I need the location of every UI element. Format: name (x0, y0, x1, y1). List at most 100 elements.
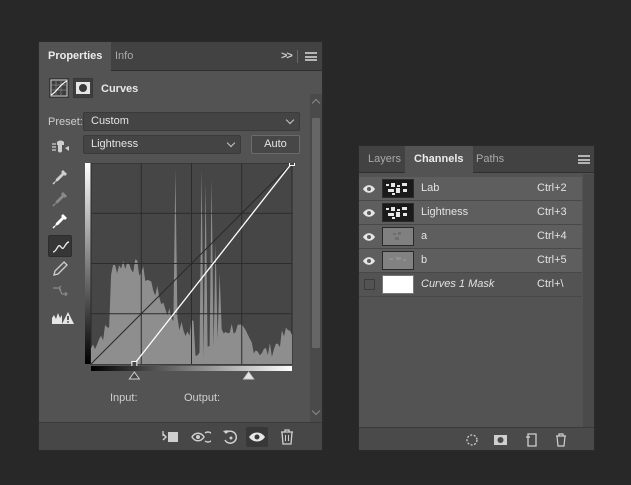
channel-name: a (421, 230, 428, 242)
curve-point-white[interactable] (289, 163, 295, 166)
channel-shortcut: Ctrl+\ (537, 278, 564, 290)
channel-visibility-toggle[interactable] (359, 225, 379, 248)
scroll-thumb[interactable] (312, 118, 320, 348)
tab-layers[interactable]: Layers (359, 146, 410, 173)
visibility-eye-icon (249, 432, 265, 442)
channel-shortcut: Ctrl+2 (537, 182, 567, 194)
adjustment-title: Curves (101, 83, 139, 95)
channel-shortcut: Ctrl+5 (537, 254, 567, 266)
channel-shortcut: Ctrl+3 (537, 206, 567, 218)
curves-graph[interactable] (85, 163, 295, 390)
white-input-slider[interactable] (242, 371, 255, 380)
draw-curve-tool[interactable] (48, 258, 72, 280)
white-point-eyedropper[interactable] (48, 210, 72, 232)
eyedropper-white-icon (52, 214, 67, 229)
tab-info[interactable]: Info (106, 42, 142, 71)
panel-menu-icon[interactable] (305, 52, 317, 61)
channels-panel: Layers Channels Paths Lab Ctrl+2 Lightne… (358, 145, 595, 451)
panel-menu-icon[interactable] (578, 155, 590, 164)
delete-channel-icon[interactable] (554, 433, 568, 447)
trash-icon (281, 429, 293, 445)
target-adjust-tool[interactable] (48, 136, 72, 158)
preset-value: Custom (91, 115, 129, 127)
reset-icon (223, 430, 238, 444)
curve-point-black[interactable] (131, 361, 138, 367)
properties-scrollbar[interactable] (310, 94, 322, 424)
eye-icon (363, 257, 375, 265)
tab-divider (297, 50, 298, 63)
reset-defaults-button[interactable] (219, 427, 241, 447)
output-gradient-bar (85, 163, 91, 364)
input-gradient-bar (91, 366, 292, 371)
save-selection-icon[interactable] (493, 433, 508, 447)
delete-adjustment-button[interactable] (277, 427, 299, 447)
eyedropper-black-icon (52, 170, 67, 185)
auto-button[interactable]: Auto (251, 135, 300, 154)
channel-thumbnail (382, 179, 414, 198)
curves-adjustment-icon (49, 78, 69, 98)
channels-footer (359, 427, 594, 450)
chevron-down-icon (285, 115, 295, 125)
eye-icon (363, 233, 375, 241)
eye-icon (363, 209, 375, 217)
smooth-curve-tool[interactable] (48, 280, 72, 302)
channel-name: b (421, 254, 428, 266)
tab-channels[interactable]: Channels (405, 146, 473, 174)
channel-visibility-toggle[interactable] (359, 273, 379, 296)
input-label: Input: (110, 392, 138, 404)
eye-icon (363, 185, 375, 193)
channel-thumbnail (382, 251, 414, 270)
channel-name: Lightness (421, 206, 469, 218)
channel-thumbnail (382, 203, 414, 222)
scroll-up-icon[interactable] (311, 98, 321, 108)
view-previous-icon (191, 431, 211, 443)
view-previous-state-button[interactable] (189, 427, 211, 447)
scroll-down-icon[interactable] (311, 406, 321, 416)
smooth-curve-icon (53, 285, 68, 297)
clip-to-layer-icon (162, 431, 178, 442)
properties-footer (39, 422, 322, 450)
collapse-panel-button[interactable]: >> (281, 50, 293, 62)
channel-visibility-toggle[interactable] (359, 177, 379, 200)
channel-shortcut: Ctrl+4 (537, 230, 567, 242)
channel-name: Curves 1 Mask (421, 278, 495, 290)
channel-visibility-toggle[interactable] (359, 201, 379, 224)
clip-to-layer-button[interactable] (159, 427, 181, 447)
channel-row-curves-mask[interactable]: Curves 1 Mask Ctrl+\ (359, 273, 582, 297)
channels-tab-bar: Layers Channels Paths (359, 146, 594, 174)
gray-point-eyedropper[interactable] (48, 188, 72, 210)
channel-row-b[interactable]: b Ctrl+5 (359, 249, 582, 273)
channel-name: Lab (421, 182, 440, 194)
channel-dropdown[interactable]: Lightness (83, 135, 241, 154)
channel-visibility-toggle[interactable] (359, 249, 379, 272)
black-input-slider[interactable] (128, 371, 141, 380)
visibility-off-box (364, 279, 375, 290)
mask-thumbnail (382, 275, 414, 294)
pencil-draw-icon (53, 261, 68, 276)
channel-row-a[interactable]: a Ctrl+4 (359, 225, 582, 249)
new-channel-icon[interactable] (525, 433, 539, 447)
edit-points-tool[interactable] (48, 235, 72, 257)
toggle-visibility-button[interactable] (246, 427, 268, 447)
clipping-warning-icon (52, 312, 74, 324)
clipping-warning-tool[interactable] (48, 307, 76, 329)
tab-properties[interactable]: Properties (39, 42, 112, 72)
tab-paths[interactable]: Paths (467, 146, 513, 173)
channel-row-lightness[interactable]: Lightness Ctrl+3 (359, 201, 582, 225)
layer-mask-icon[interactable] (73, 78, 93, 98)
load-selection-icon[interactable] (465, 433, 479, 447)
target-adjust-icon (52, 140, 69, 153)
black-point-eyedropper[interactable] (48, 166, 72, 188)
output-label: Output: (184, 392, 221, 404)
preset-dropdown[interactable]: Custom (83, 112, 300, 131)
channel-thumbnail (382, 227, 414, 246)
chevron-down-icon (226, 138, 236, 148)
properties-tab-bar: Properties Info >> (39, 42, 322, 72)
curve-points-icon (52, 241, 70, 253)
channel-value: Lightness (91, 138, 139, 150)
properties-panel: Properties Info >> Curves Preset: Custom (38, 41, 323, 451)
eyedropper-gray-icon (52, 192, 67, 207)
channels-scrollbar[interactable] (583, 174, 594, 427)
preset-label: Preset: (48, 116, 83, 128)
channel-row-lab[interactable]: Lab Ctrl+2 (359, 177, 582, 201)
